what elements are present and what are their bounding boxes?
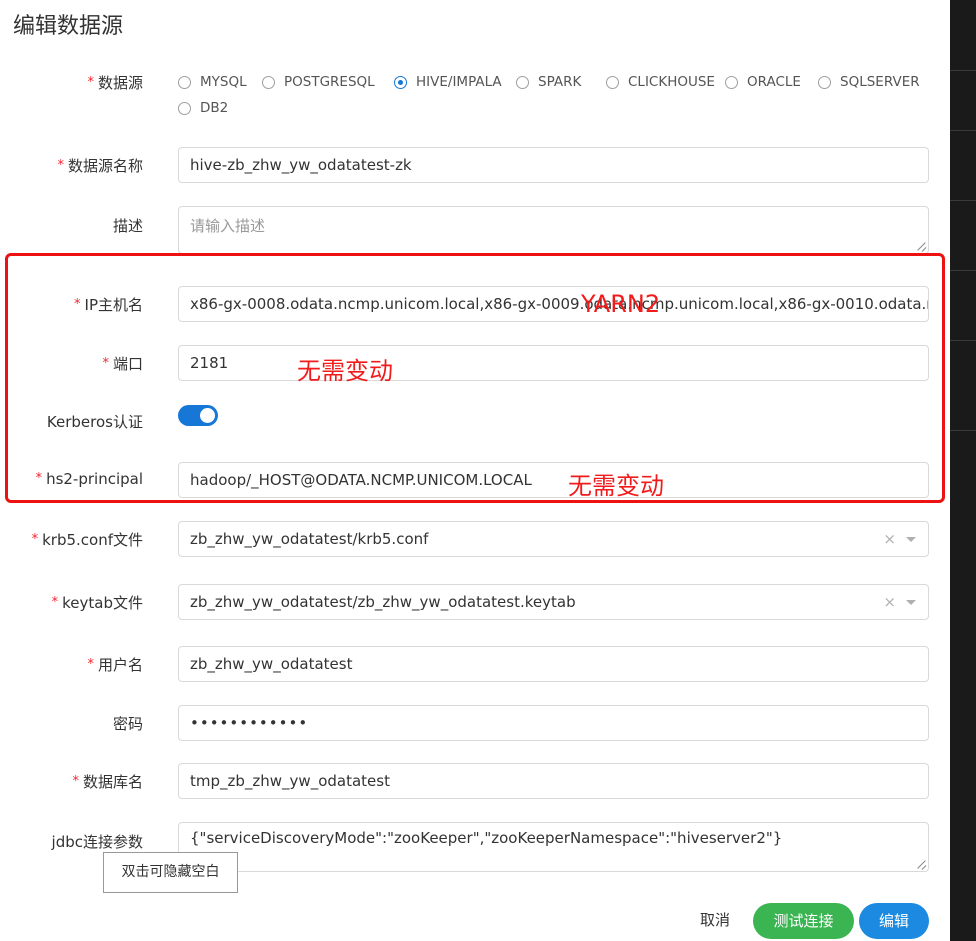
radio-circle-icon[interactable] (394, 75, 407, 89)
resize-grip-icon[interactable] (917, 860, 926, 869)
keytab-select-value: zb_zhw_yw_odatatest/zb_zhw_yw_odatatest.… (190, 593, 576, 611)
radio-option-postgresql[interactable]: POSTGRESQL (262, 74, 375, 90)
toggle-knob (200, 408, 215, 423)
port-label: * 端口 (102, 355, 143, 373)
radio-option-sqlserver[interactable]: SQLSERVER (818, 74, 920, 90)
datasource-type-label: * 数据源 (87, 74, 143, 92)
radio-option-mysql[interactable]: MYSQL (178, 74, 247, 90)
clear-icon[interactable]: × (883, 522, 896, 556)
required-mark: * (31, 532, 39, 547)
radio-circle-icon[interactable] (516, 75, 529, 89)
radio-circle-icon[interactable] (178, 75, 191, 89)
radio-option-label: MYSQL (200, 74, 247, 90)
clear-icon[interactable]: × (883, 585, 896, 619)
radio-option-label: SPARK (538, 74, 582, 90)
test-connection-button[interactable]: 测试连接 (753, 903, 854, 939)
principal-label: * hs2-principal (35, 470, 143, 488)
password-label: 密码 (112, 715, 143, 733)
dialog-title: 编辑数据源 (13, 14, 124, 39)
datasource-name-input[interactable]: hive-zb_zhw_yw_odatatest-zk (178, 147, 929, 183)
port-input[interactable]: 2181 (178, 345, 929, 381)
radio-option-oracle[interactable]: ORACLE (725, 74, 801, 90)
kerberos-toggle[interactable] (178, 405, 218, 426)
select-icons: × (883, 522, 916, 556)
required-mark: * (87, 657, 94, 672)
radio-circle-icon[interactable] (818, 75, 831, 89)
resize-grip-icon[interactable] (917, 242, 926, 251)
radio-option-label: HIVE/IMPALA (416, 74, 502, 90)
radio-option-spark[interactable]: SPARK (516, 74, 581, 90)
required-mark: * (51, 595, 59, 610)
radio-option-label: ORACLE (747, 74, 801, 90)
keytab-label: * keytab文件 (51, 594, 143, 612)
chevron-down-icon[interactable] (906, 599, 916, 605)
radio-option-label: SQLSERVER (840, 74, 920, 90)
description-label: 描述 (112, 217, 143, 235)
radio-circle-icon[interactable] (178, 101, 191, 115)
krb5-select[interactable]: zb_zhw_yw_odatatest/krb5.conf × (178, 521, 929, 557)
required-mark: * (57, 158, 64, 173)
chevron-down-icon[interactable] (906, 536, 916, 542)
edit-button[interactable]: 编辑 (859, 903, 929, 939)
background-page-edge (950, 0, 976, 941)
kerberos-label: Kerberos认证 (46, 413, 143, 431)
required-mark: * (35, 471, 43, 486)
radio-option-label: DB2 (200, 100, 229, 116)
principal-input[interactable]: hadoop/_HOST@ODATA.NCMP.UNICOM.LOCAL (178, 462, 929, 498)
password-input[interactable]: •••••••••••• (178, 705, 929, 741)
radio-option-hive-impala[interactable]: HIVE/IMPALA (394, 74, 502, 90)
select-icons: × (883, 585, 916, 619)
required-mark: * (74, 297, 81, 312)
keytab-select[interactable]: zb_zhw_yw_odatatest/zb_zhw_yw_odatatest.… (178, 584, 929, 620)
krb5-select-value: zb_zhw_yw_odatatest/krb5.conf (190, 530, 429, 548)
host-label: * IP主机名 (74, 296, 143, 314)
jdbc-params-textarea[interactable]: {"serviceDiscoveryMode":"zooKeeper","zoo… (178, 822, 929, 872)
username-label: * 用户名 (87, 656, 143, 674)
radio-option-db2[interactable]: DB2 (178, 100, 228, 116)
radio-circle-icon[interactable] (606, 75, 619, 89)
edit-datasource-dialog: 编辑数据源 * 数据源 MYSQL POSTGRESQL HIVE/IMPALA SPA… (0, 0, 950, 941)
jdbc-params-value: {"serviceDiscoveryMode":"zooKeeper","zoo… (190, 829, 783, 847)
cancel-button[interactable]: 取消 (700, 909, 730, 930)
username-input[interactable]: zb_zhw_yw_odatatest (178, 646, 929, 682)
required-mark: * (72, 774, 79, 789)
radio-circle-icon[interactable] (725, 75, 738, 89)
required-mark: * (87, 75, 94, 90)
database-label: * 数据库名 (72, 773, 143, 791)
radio-option-label: POSTGRESQL (284, 74, 375, 90)
hide-whitespace-tooltip: 双击可隐藏空白 (103, 852, 238, 893)
database-input[interactable]: tmp_zb_zhw_yw_odatatest (178, 763, 929, 799)
radio-option-clickhouse[interactable]: CLICKHOUSE (606, 74, 715, 90)
description-placeholder: 请输入描述 (190, 217, 266, 235)
radio-option-label: CLICKHOUSE (628, 74, 715, 90)
datasource-name-label: * 数据源名称 (57, 157, 143, 175)
krb5-label: * krb5.conf文件 (31, 531, 143, 549)
radio-circle-icon[interactable] (262, 75, 275, 89)
host-input[interactable]: x86-gx-0008.odata.ncmp.unicom.local,x86-… (178, 286, 929, 322)
description-textarea[interactable]: 请输入描述 (178, 206, 929, 254)
required-mark: * (102, 356, 109, 371)
jdbc-params-label: jdbc连接参数 (51, 833, 143, 851)
